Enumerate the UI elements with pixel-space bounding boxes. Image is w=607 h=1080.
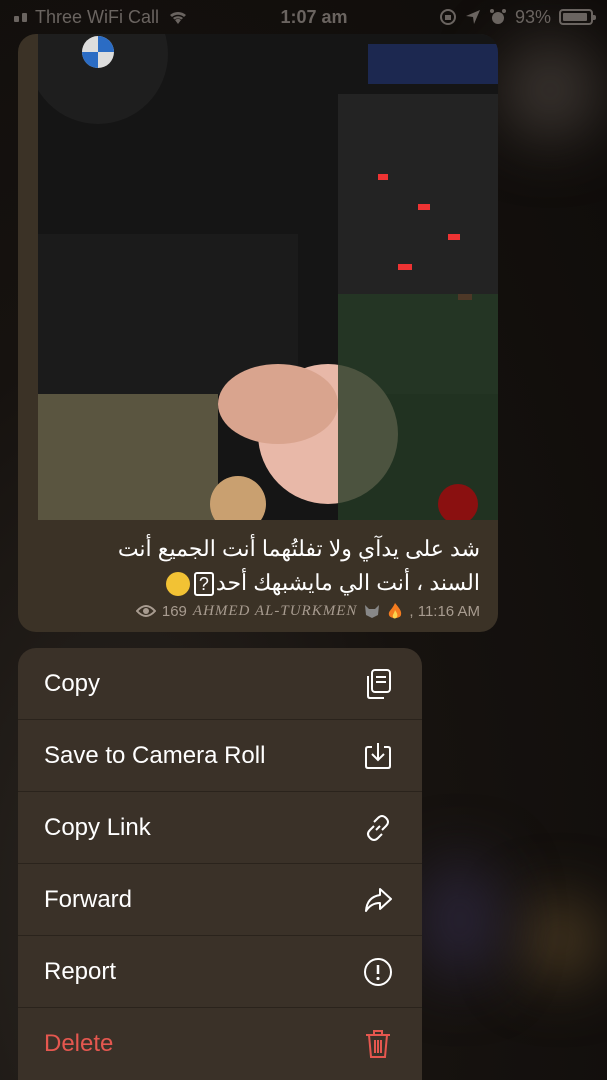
- menu-item-label: Save to Camera Roll: [44, 741, 266, 769]
- pleading-face-emoji: [165, 572, 190, 597]
- menu-item-label: Copy Link: [44, 813, 151, 841]
- forward-icon: [362, 884, 394, 916]
- menu-item-label: Report: [44, 957, 117, 985]
- photo-illustration: [38, 34, 498, 520]
- menu-item-save-to-camera-roll[interactable]: Save to Camera Roll: [18, 720, 422, 792]
- author-signature: AHMED AL-TURKMEN: [192, 602, 358, 619]
- menu-item-label: Delete: [44, 1030, 114, 1057]
- background-blur: [500, 40, 600, 140]
- message-caption: شد على يدآي ولا تفلتُهما أنت الجميع أنت …: [18, 524, 498, 600]
- signal-icon: [14, 12, 27, 22]
- caption-line-1: شد على يدآي ولا تفلتُهما أنت الجميع أنت: [117, 536, 480, 561]
- copy-icon: [362, 668, 394, 700]
- caption-line-2: السند ، أنت الي مايشبهك أحد?: [36, 566, 480, 600]
- fire-emoji: [389, 603, 402, 619]
- background-blur: [520, 900, 600, 980]
- wifi-icon: [170, 11, 187, 24]
- caption-line-2-text: السند ، أنت الي مايشبهك أحد: [215, 570, 480, 595]
- menu-item-forward[interactable]: Forward: [18, 864, 422, 936]
- message-time: , 11:16 AM: [409, 602, 480, 620]
- alarm-icon: [489, 9, 506, 24]
- location-icon: [465, 10, 480, 24]
- message-meta: 169 AHMED AL-TURKMEN , 11:16 AM: [135, 602, 480, 620]
- clock: 1:07 am: [280, 6, 348, 27]
- background-blur: [420, 860, 500, 980]
- status-right: 93%: [439, 6, 596, 28]
- status-left: Three WiFi Call: [14, 7, 189, 28]
- views-count: 169: [161, 602, 187, 620]
- menu-item-copy[interactable]: Copy: [18, 648, 422, 720]
- carrier-label: Three WiFi Call: [35, 6, 160, 27]
- battery-percent: 93%: [514, 6, 551, 27]
- question-box: ?: [193, 572, 214, 596]
- report-icon: [362, 956, 394, 988]
- link-icon: [362, 812, 394, 844]
- wolf-emoji: [365, 605, 380, 618]
- message-photo[interactable]: [38, 34, 498, 520]
- menu-item-delete[interactable]: Delete: [18, 1008, 422, 1080]
- trash-icon: [362, 1028, 394, 1060]
- orientation-lock-icon: [439, 9, 456, 25]
- status-bar: Three WiFi Call 1:07 am 93%: [0, 0, 607, 34]
- eye-icon: [135, 605, 156, 617]
- menu-item-label: Forward: [44, 885, 133, 913]
- menu-item-label: Copy: [44, 669, 101, 697]
- menu-item-copy-link[interactable]: Copy Link: [18, 792, 422, 864]
- message-bubble[interactable]: شد على يدآي ولا تفلتُهما أنت الجميع أنت …: [18, 34, 498, 632]
- menu-item-report[interactable]: Report: [18, 936, 422, 1008]
- download-icon: [362, 740, 394, 772]
- battery-icon: [559, 9, 596, 25]
- context-menu: Copy Save to Camera Roll Copy Link Forwa…: [18, 648, 422, 1080]
